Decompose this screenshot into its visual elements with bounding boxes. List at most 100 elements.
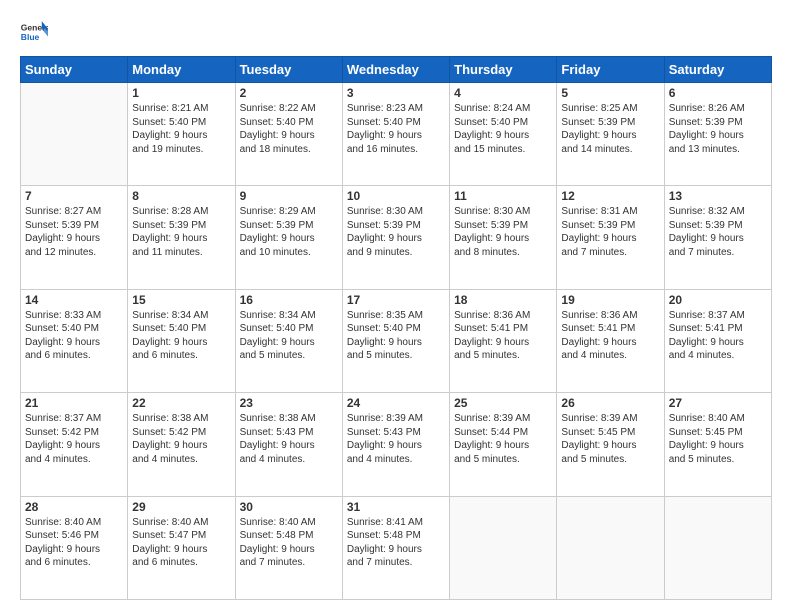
calendar-cell: 16 Sunrise: 8:34 AM Sunset: 5:40 PM Dayli… xyxy=(235,289,342,392)
calendar-week-row: 21Sunrise: 8:37 AM Sunset: 5:42 PM Dayli… xyxy=(21,393,772,496)
day-number: 27 xyxy=(669,396,767,410)
cell-info: Sunrise: 8:41 AM Sunset: 5:48 PM Dayligh… xyxy=(347,516,445,570)
day-number: 12 xyxy=(561,189,659,203)
cell-info: Sunrise: 8:30 AM Sunset: 5:39 PM Dayligh… xyxy=(454,205,552,259)
calendar-cell: 24 Sunrise: 8:39 AM Sunset: 5:43 PM Dayli… xyxy=(342,393,449,496)
cell-info: Sunrise: 8:34 AM Sunset: 5:40 PM Dayligh… xyxy=(240,309,338,363)
day-number: 15 xyxy=(132,293,230,307)
calendar-cell: 8 Sunrise: 8:28 AM Sunset: 5:39 PM Daylig… xyxy=(128,186,235,289)
cell-info: Sunrise: 8:31 AM Sunset: 5:39 PM Dayligh… xyxy=(561,205,659,259)
day-number: 2 xyxy=(240,86,338,100)
day-number: 28 xyxy=(25,500,123,514)
day-number: 10 xyxy=(347,189,445,203)
cell-info: Sunrise: 8:29 AM Sunset: 5:39 PM Dayligh… xyxy=(240,205,338,259)
day-number: 16 xyxy=(240,293,338,307)
cell-info: Sunrise: 8:21 AM Sunset: 5:40 PM Dayligh… xyxy=(132,102,230,156)
cell-info: Sunrise: 8:26 AM Sunset: 5:39 PM Dayligh… xyxy=(669,102,767,156)
day-number: 20 xyxy=(669,293,767,307)
day-number: 30 xyxy=(240,500,338,514)
calendar-cell: 2 Sunrise: 8:22 AM Sunset: 5:40 PM Daylig… xyxy=(235,83,342,186)
calendar-day-header: Wednesday xyxy=(342,57,449,83)
day-number: 25 xyxy=(454,396,552,410)
day-number: 3 xyxy=(347,86,445,100)
day-number: 18 xyxy=(454,293,552,307)
calendar-cell: 3 Sunrise: 8:23 AM Sunset: 5:40 PM Daylig… xyxy=(342,83,449,186)
day-number: 23 xyxy=(240,396,338,410)
calendar-cell: 9 Sunrise: 8:29 AM Sunset: 5:39 PM Daylig… xyxy=(235,186,342,289)
calendar-cell: 11Sunrise: 8:30 AM Sunset: 5:39 PM Dayli… xyxy=(450,186,557,289)
day-number: 13 xyxy=(669,189,767,203)
calendar-cell: 30 Sunrise: 8:40 AM Sunset: 5:48 PM Dayli… xyxy=(235,496,342,599)
logo-icon: General Blue xyxy=(20,18,48,46)
calendar-week-row: 28 Sunrise: 8:40 AM Sunset: 5:46 PM Dayli… xyxy=(21,496,772,599)
day-number: 19 xyxy=(561,293,659,307)
cell-info: Sunrise: 8:23 AM Sunset: 5:40 PM Dayligh… xyxy=(347,102,445,156)
page: General Blue SundayMondayTuesdayWednesda… xyxy=(0,0,792,612)
calendar-cell: 28 Sunrise: 8:40 AM Sunset: 5:46 PM Dayli… xyxy=(21,496,128,599)
day-number: 22 xyxy=(132,396,230,410)
cell-info: Sunrise: 8:25 AM Sunset: 5:39 PM Dayligh… xyxy=(561,102,659,156)
calendar-cell: 13 Sunrise: 8:32 AM Sunset: 5:39 PM Dayli… xyxy=(664,186,771,289)
logo: General Blue xyxy=(20,18,48,46)
cell-info: Sunrise: 8:27 AM Sunset: 5:39 PM Dayligh… xyxy=(25,205,123,259)
cell-info: Sunrise: 8:39 AM Sunset: 5:44 PM Dayligh… xyxy=(454,412,552,466)
calendar-cell xyxy=(21,83,128,186)
day-number: 4 xyxy=(454,86,552,100)
calendar-cell: 22 Sunrise: 8:38 AM Sunset: 5:42 PM Dayli… xyxy=(128,393,235,496)
cell-info: Sunrise: 8:39 AM Sunset: 5:45 PM Dayligh… xyxy=(561,412,659,466)
calendar-table: SundayMondayTuesdayWednesdayThursdayFrid… xyxy=(20,56,772,600)
cell-info: Sunrise: 8:36 AM Sunset: 5:41 PM Dayligh… xyxy=(454,309,552,363)
calendar-cell: 21Sunrise: 8:37 AM Sunset: 5:42 PM Dayli… xyxy=(21,393,128,496)
day-number: 8 xyxy=(132,189,230,203)
calendar-day-header: Friday xyxy=(557,57,664,83)
calendar-header-row: SundayMondayTuesdayWednesdayThursdayFrid… xyxy=(21,57,772,83)
cell-info: Sunrise: 8:40 AM Sunset: 5:45 PM Dayligh… xyxy=(669,412,767,466)
cell-info: Sunrise: 8:39 AM Sunset: 5:43 PM Dayligh… xyxy=(347,412,445,466)
cell-info: Sunrise: 8:32 AM Sunset: 5:39 PM Dayligh… xyxy=(669,205,767,259)
calendar-cell xyxy=(450,496,557,599)
calendar-cell: 19 Sunrise: 8:36 AM Sunset: 5:41 PM Dayli… xyxy=(557,289,664,392)
calendar-day-header: Thursday xyxy=(450,57,557,83)
calendar-cell: 10 Sunrise: 8:30 AM Sunset: 5:39 PM Dayli… xyxy=(342,186,449,289)
cell-info: Sunrise: 8:38 AM Sunset: 5:42 PM Dayligh… xyxy=(132,412,230,466)
cell-info: Sunrise: 8:34 AM Sunset: 5:40 PM Dayligh… xyxy=(132,309,230,363)
day-number: 5 xyxy=(561,86,659,100)
calendar-cell: 20 Sunrise: 8:37 AM Sunset: 5:41 PM Dayli… xyxy=(664,289,771,392)
calendar-cell: 12 Sunrise: 8:31 AM Sunset: 5:39 PM Dayli… xyxy=(557,186,664,289)
cell-info: Sunrise: 8:24 AM Sunset: 5:40 PM Dayligh… xyxy=(454,102,552,156)
calendar-day-header: Tuesday xyxy=(235,57,342,83)
calendar-cell: 14Sunrise: 8:33 AM Sunset: 5:40 PM Dayli… xyxy=(21,289,128,392)
calendar-cell: 1 Sunrise: 8:21 AM Sunset: 5:40 PM Daylig… xyxy=(128,83,235,186)
calendar-week-row: 14Sunrise: 8:33 AM Sunset: 5:40 PM Dayli… xyxy=(21,289,772,392)
day-number: 7 xyxy=(25,189,123,203)
cell-info: Sunrise: 8:30 AM Sunset: 5:39 PM Dayligh… xyxy=(347,205,445,259)
day-number: 24 xyxy=(347,396,445,410)
calendar-cell: 25 Sunrise: 8:39 AM Sunset: 5:44 PM Dayli… xyxy=(450,393,557,496)
day-number: 1 xyxy=(132,86,230,100)
day-number: 14 xyxy=(25,293,123,307)
cell-info: Sunrise: 8:40 AM Sunset: 5:46 PM Dayligh… xyxy=(25,516,123,570)
header: General Blue xyxy=(20,18,772,46)
cell-info: Sunrise: 8:35 AM Sunset: 5:40 PM Dayligh… xyxy=(347,309,445,363)
calendar-cell: 6 Sunrise: 8:26 AM Sunset: 5:39 PM Daylig… xyxy=(664,83,771,186)
day-number: 26 xyxy=(561,396,659,410)
calendar-day-header: Saturday xyxy=(664,57,771,83)
cell-info: Sunrise: 8:28 AM Sunset: 5:39 PM Dayligh… xyxy=(132,205,230,259)
calendar-week-row: 7 Sunrise: 8:27 AM Sunset: 5:39 PM Daylig… xyxy=(21,186,772,289)
svg-text:Blue: Blue xyxy=(21,32,40,42)
cell-info: Sunrise: 8:37 AM Sunset: 5:41 PM Dayligh… xyxy=(669,309,767,363)
calendar-day-header: Monday xyxy=(128,57,235,83)
day-number: 9 xyxy=(240,189,338,203)
calendar-cell: 5 Sunrise: 8:25 AM Sunset: 5:39 PM Daylig… xyxy=(557,83,664,186)
calendar-cell: 23 Sunrise: 8:38 AM Sunset: 5:43 PM Dayli… xyxy=(235,393,342,496)
calendar-cell: 27 Sunrise: 8:40 AM Sunset: 5:45 PM Dayli… xyxy=(664,393,771,496)
calendar-cell: 17Sunrise: 8:35 AM Sunset: 5:40 PM Dayli… xyxy=(342,289,449,392)
calendar-cell: 31Sunrise: 8:41 AM Sunset: 5:48 PM Dayli… xyxy=(342,496,449,599)
cell-info: Sunrise: 8:37 AM Sunset: 5:42 PM Dayligh… xyxy=(25,412,123,466)
cell-info: Sunrise: 8:22 AM Sunset: 5:40 PM Dayligh… xyxy=(240,102,338,156)
day-number: 29 xyxy=(132,500,230,514)
cell-info: Sunrise: 8:38 AM Sunset: 5:43 PM Dayligh… xyxy=(240,412,338,466)
day-number: 6 xyxy=(669,86,767,100)
cell-info: Sunrise: 8:36 AM Sunset: 5:41 PM Dayligh… xyxy=(561,309,659,363)
cell-info: Sunrise: 8:40 AM Sunset: 5:48 PM Dayligh… xyxy=(240,516,338,570)
